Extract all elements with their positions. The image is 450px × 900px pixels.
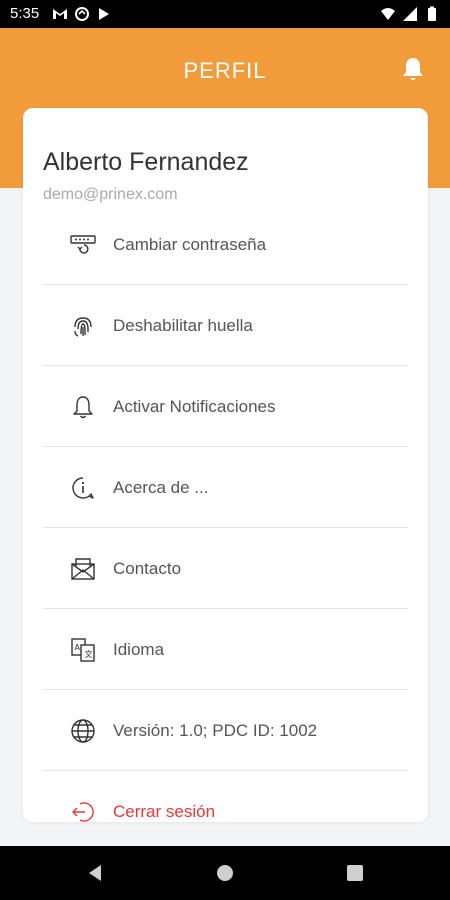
globe-icon (71, 719, 95, 743)
bell-icon (73, 396, 93, 419)
svg-text:A: A (75, 643, 81, 652)
home-icon[interactable] (215, 863, 235, 883)
back-icon[interactable] (86, 863, 106, 883)
menu-item-enable-notifications[interactable]: Activar Notificaciones (43, 366, 408, 447)
language-icon: A 文 (71, 638, 95, 662)
notifications-bell-icon[interactable] (398, 54, 428, 84)
menu-item-label: Cambiar contraseña (113, 235, 267, 254)
menu-item-label: Versión: 1.0; PDC ID: 1002 (113, 721, 318, 740)
page-title: PERFIL (183, 58, 267, 83)
menu-item-label: Contacto (113, 559, 182, 578)
menu-item-change-password[interactable]: Cambiar contraseña (43, 204, 408, 285)
menu-item-about[interactable]: Acerca de ... (43, 447, 408, 528)
recents-icon[interactable] (345, 863, 365, 883)
sync-icon (75, 7, 89, 21)
battery-icon (428, 6, 436, 21)
svg-text:文: 文 (85, 649, 93, 659)
menu-item-label: Cerrar sesión (113, 802, 216, 821)
fingerprint-icon (74, 317, 92, 337)
menu-item-version[interactable]: Versión: 1.0; PDC ID: 1002 (43, 690, 408, 771)
password-reset-icon (70, 235, 96, 254)
mail-icon (71, 558, 95, 580)
gmail-icon (53, 9, 67, 19)
status-bar: 5:35 (0, 0, 450, 28)
info-icon (72, 477, 94, 499)
menu-item-logout[interactable]: Cerrar sesión (43, 771, 408, 822)
menu-item-label: Activar Notificaciones (113, 397, 276, 416)
menu-item-contact[interactable]: Contacto (43, 528, 408, 609)
user-email: demo@prinex.com (43, 186, 178, 203)
menu-item-label: Idioma (113, 640, 165, 659)
wifi-icon (381, 8, 395, 20)
profile-menu: Cambiar contraseña Deshabilitar huella A… (43, 204, 408, 822)
logout-icon (72, 802, 94, 822)
status-system-icons (380, 6, 440, 22)
menu-item-label: Acerca de ... (113, 478, 209, 497)
menu-item-disable-fingerprint[interactable]: Deshabilitar huella (43, 285, 408, 366)
cell-signal-icon (403, 7, 417, 21)
status-notifications (52, 6, 112, 22)
menu-item-label: Deshabilitar huella (113, 316, 253, 335)
navigation-bar (0, 846, 450, 900)
play-store-icon (99, 8, 109, 20)
user-name: Alberto Fernandez (43, 148, 249, 176)
status-time: 5:35 (10, 5, 40, 22)
menu-item-language[interactable]: A 文 Idioma (43, 609, 408, 690)
profile-card: Alberto Fernandez demo@prinex.com Cambia… (23, 108, 428, 822)
